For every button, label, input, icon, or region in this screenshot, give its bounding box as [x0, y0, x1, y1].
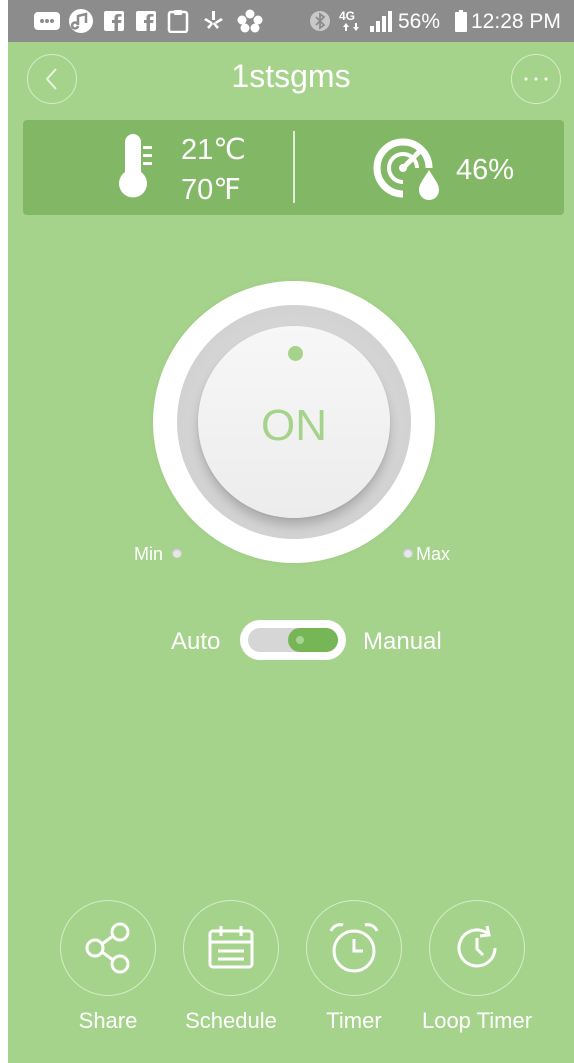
loop-timer-label: Loop Timer	[421, 1008, 533, 1033]
calendar-icon	[208, 926, 254, 969]
timer-button[interactable]	[306, 900, 402, 996]
min-label: Min	[134, 544, 164, 564]
flower-icon	[236, 9, 264, 33]
panel-divider	[293, 131, 295, 203]
network-type: 4G	[339, 9, 355, 23]
humidity-value: 46%	[456, 154, 515, 186]
bluetooth-icon	[308, 9, 332, 33]
max-indicator-dot	[403, 548, 413, 558]
message-icon	[32, 9, 62, 33]
battery-icon	[454, 9, 468, 33]
timer-label: Timer	[326, 1008, 382, 1033]
facebook-icon	[102, 9, 126, 33]
sensor-panel: 21℃ 70℉ 46%	[23, 120, 564, 215]
music-app-icon	[68, 9, 94, 33]
lte-icon: 4G	[338, 9, 366, 33]
more-options-button[interactable]	[511, 54, 561, 104]
app-screen: 4G 56% 12:28 PM 1stsgms 21℃ 70℉ 46% ON M…	[8, 0, 574, 1063]
share-icon	[85, 922, 130, 974]
temperature-fahrenheit: 70℉	[181, 174, 241, 206]
temperature-celsius: 21℃	[181, 134, 246, 166]
signal-icon	[368, 9, 394, 33]
share-label: Share	[78, 1008, 138, 1033]
min-indicator-dot	[172, 548, 182, 558]
page-title: 1stsgms	[231, 58, 351, 94]
power-state-label: ON	[261, 401, 327, 450]
share-button[interactable]	[60, 900, 156, 996]
battery-percent: 56%	[398, 10, 441, 33]
facebook-icon	[134, 9, 158, 33]
alarm-clock-icon	[329, 923, 379, 973]
power-knob[interactable]: ON	[153, 281, 435, 563]
status-bar: 4G 56% 12:28 PM	[8, 0, 574, 42]
manual-mode-label: Manual	[363, 628, 442, 655]
thermometer-icon	[119, 134, 152, 198]
more-dots-icon	[524, 77, 548, 81]
auto-mode-label: Auto	[171, 628, 221, 655]
loop-timer-button[interactable]	[429, 900, 525, 996]
toggle-thumb[interactable]	[288, 628, 338, 652]
clock-time: 12:28 PM	[471, 10, 561, 33]
toggle-thumb-dot	[296, 636, 304, 644]
loop-timer-icon	[457, 925, 497, 968]
max-label: Max	[416, 544, 451, 564]
mode-toggle[interactable]	[240, 620, 346, 660]
knob-indicator-dot	[288, 346, 303, 361]
yelp-icon	[200, 9, 226, 33]
humidity-gauge-icon	[373, 138, 439, 200]
schedule-label: Schedule	[185, 1008, 277, 1033]
schedule-button[interactable]	[183, 900, 279, 996]
clipboard-icon	[166, 9, 190, 33]
